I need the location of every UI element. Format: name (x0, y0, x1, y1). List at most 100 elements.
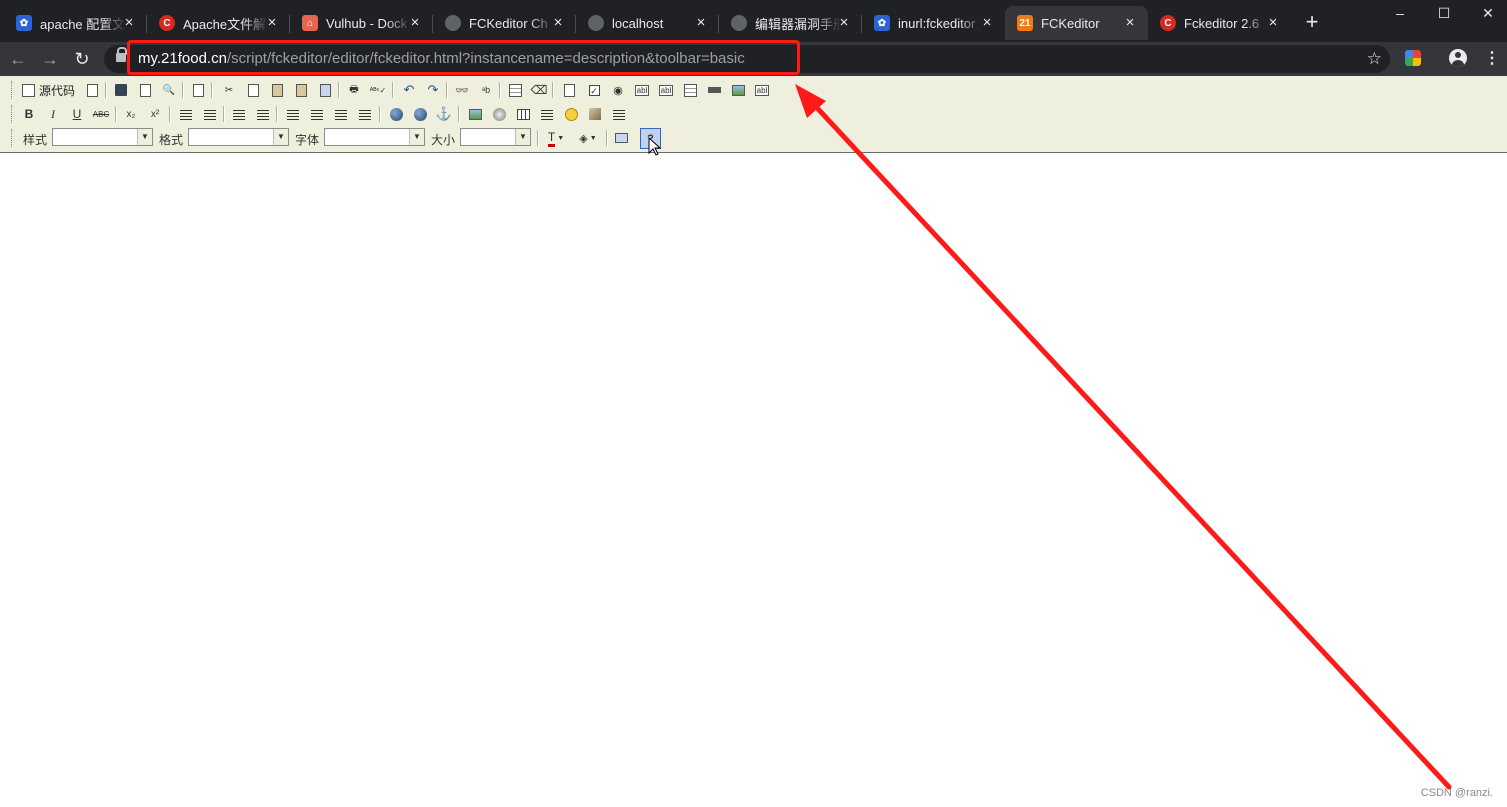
textfield-button[interactable]: abl (633, 81, 651, 99)
form-button[interactable] (560, 81, 578, 99)
tab-inurl-fckeditor[interactable]: ✿ inurl:fckeditor × (862, 6, 1005, 40)
paste-button[interactable] (268, 81, 286, 99)
underline-button[interactable]: U (68, 105, 86, 123)
close-icon[interactable]: × (550, 15, 566, 31)
close-icon[interactable]: × (407, 15, 423, 31)
radio-button[interactable]: ◉ (609, 81, 627, 99)
new-page-button[interactable] (136, 81, 154, 99)
spellcheck-button[interactable]: ᴬᴮᶜ✓ (369, 81, 387, 99)
checkbox-button[interactable]: ✓ (585, 81, 603, 99)
italic-button[interactable]: I (44, 105, 62, 123)
hidden-field-button[interactable]: abl (753, 81, 771, 99)
reload-button[interactable]: ↻ (71, 48, 93, 70)
tab-editor-vuln-manual[interactable]: 编辑器漏洞手册 × (719, 6, 862, 40)
text-color-button[interactable]: T ▼ (543, 129, 569, 147)
textarea-button[interactable]: abl (657, 81, 675, 99)
unordered-list-button[interactable] (201, 105, 219, 123)
strikethrough-button[interactable]: ABC (92, 105, 110, 123)
page-break-button[interactable] (610, 105, 628, 123)
tab-fckeditor-26[interactable]: C Fckeditor 2.6 × (1148, 6, 1291, 40)
toolbar-grip[interactable] (11, 81, 15, 99)
forward-button[interactable]: → (39, 48, 61, 70)
close-icon[interactable]: × (1265, 15, 1281, 31)
outdent-button[interactable] (230, 105, 248, 123)
smiley-button[interactable] (562, 105, 580, 123)
table-button[interactable] (514, 105, 532, 123)
fit-window-button[interactable] (612, 129, 630, 147)
back-button[interactable]: ← (7, 48, 29, 70)
format-select[interactable]: ▼ (188, 128, 289, 146)
new-tab-button[interactable]: + (1300, 11, 1324, 35)
subscript-button[interactable]: x₂ (122, 105, 140, 123)
image-button[interactable] (466, 105, 484, 123)
image-button-button[interactable] (729, 81, 747, 99)
size-select[interactable]: ▼ (460, 128, 531, 146)
anchor-button[interactable]: ⚓ (435, 105, 453, 123)
replace-button[interactable]: ᵃb (477, 81, 495, 99)
profile-avatar-icon[interactable] (1449, 49, 1467, 67)
cut-button[interactable]: ✂ (220, 81, 238, 99)
select-field-button[interactable] (681, 81, 699, 99)
ordered-list-icon (180, 108, 192, 120)
tab-localhost[interactable]: localhost × (576, 6, 719, 40)
editor-content-area[interactable] (0, 153, 1507, 807)
templates-button[interactable] (189, 81, 207, 99)
close-icon[interactable]: × (836, 15, 852, 31)
extension-icon[interactable] (1405, 50, 1421, 66)
toolbar-grip[interactable] (11, 129, 15, 147)
tab-vulhub[interactable]: ⌂ Vulhub - Dock × (290, 6, 433, 40)
form-icon (563, 83, 575, 97)
close-icon[interactable]: × (693, 15, 709, 31)
ordered-list-button[interactable] (177, 105, 195, 123)
indent-button[interactable] (254, 105, 272, 123)
tab-fckeditor-active[interactable]: 21 FCKeditor × (1005, 6, 1148, 40)
superscript-button[interactable]: x² (146, 105, 164, 123)
bold-button[interactable]: B (20, 105, 38, 123)
find-button[interactable]: 👓 (453, 81, 471, 99)
redo-button[interactable]: ↷ (424, 81, 442, 99)
horizontal-rule-button[interactable] (538, 105, 556, 123)
minimize-button[interactable]: – (1385, 4, 1415, 22)
tab-title: Vulhub - Dock (326, 15, 408, 31)
font-select[interactable]: ▼ (324, 128, 425, 146)
bg-color-button[interactable]: ◈ ▼ (575, 129, 601, 147)
unlink-button[interactable] (411, 105, 429, 123)
button-field-button[interactable] (705, 81, 723, 99)
preview-icon: 🔍 (162, 84, 176, 96)
copy-button[interactable] (244, 81, 262, 99)
save-button[interactable] (112, 81, 130, 99)
link-button[interactable] (387, 105, 405, 123)
doc-props-button[interactable] (83, 81, 101, 99)
paste-text-button[interactable] (292, 81, 310, 99)
tab-apache-config[interactable]: ✿ apache 配置文 × (4, 6, 147, 40)
align-right-button[interactable] (332, 105, 350, 123)
undo-button[interactable]: ↶ (400, 81, 418, 99)
paste-word-button[interactable] (316, 81, 334, 99)
close-icon[interactable]: × (1122, 15, 1138, 31)
maximize-button[interactable]: ☐ (1429, 4, 1459, 22)
horizontal-rule-icon (541, 108, 553, 120)
url-highlight-box (127, 40, 800, 75)
flash-button[interactable] (490, 105, 508, 123)
toolbar-grip[interactable] (11, 105, 15, 123)
special-char-button[interactable] (586, 105, 604, 123)
close-window-button[interactable]: ✕ (1473, 4, 1503, 22)
align-left-button[interactable] (284, 105, 302, 123)
browser-menu-icon[interactable]: ⋮ (1484, 48, 1500, 70)
anchor-icon: ⚓ (435, 106, 453, 121)
close-icon[interactable]: × (121, 15, 137, 31)
style-select[interactable]: ▼ (52, 128, 153, 146)
tab-fckeditor-ch[interactable]: FCKeditor Ch × (433, 6, 576, 40)
close-icon[interactable]: × (979, 15, 995, 31)
close-icon[interactable]: × (264, 15, 280, 31)
preview-button[interactable]: 🔍 (160, 81, 178, 99)
source-button[interactable]: 源代码 (20, 81, 77, 99)
tab-apache-file[interactable]: C Apache文件解 × (147, 6, 290, 40)
justify-button[interactable] (356, 105, 374, 123)
select-all-button[interactable] (506, 81, 524, 99)
align-center-button[interactable] (308, 105, 326, 123)
print-button[interactable]: 🖶 (345, 81, 363, 99)
bookmark-star-icon[interactable]: ☆ (1367, 48, 1382, 70)
lock-icon[interactable] (116, 47, 127, 62)
remove-format-button[interactable]: ⌫ (530, 81, 548, 99)
